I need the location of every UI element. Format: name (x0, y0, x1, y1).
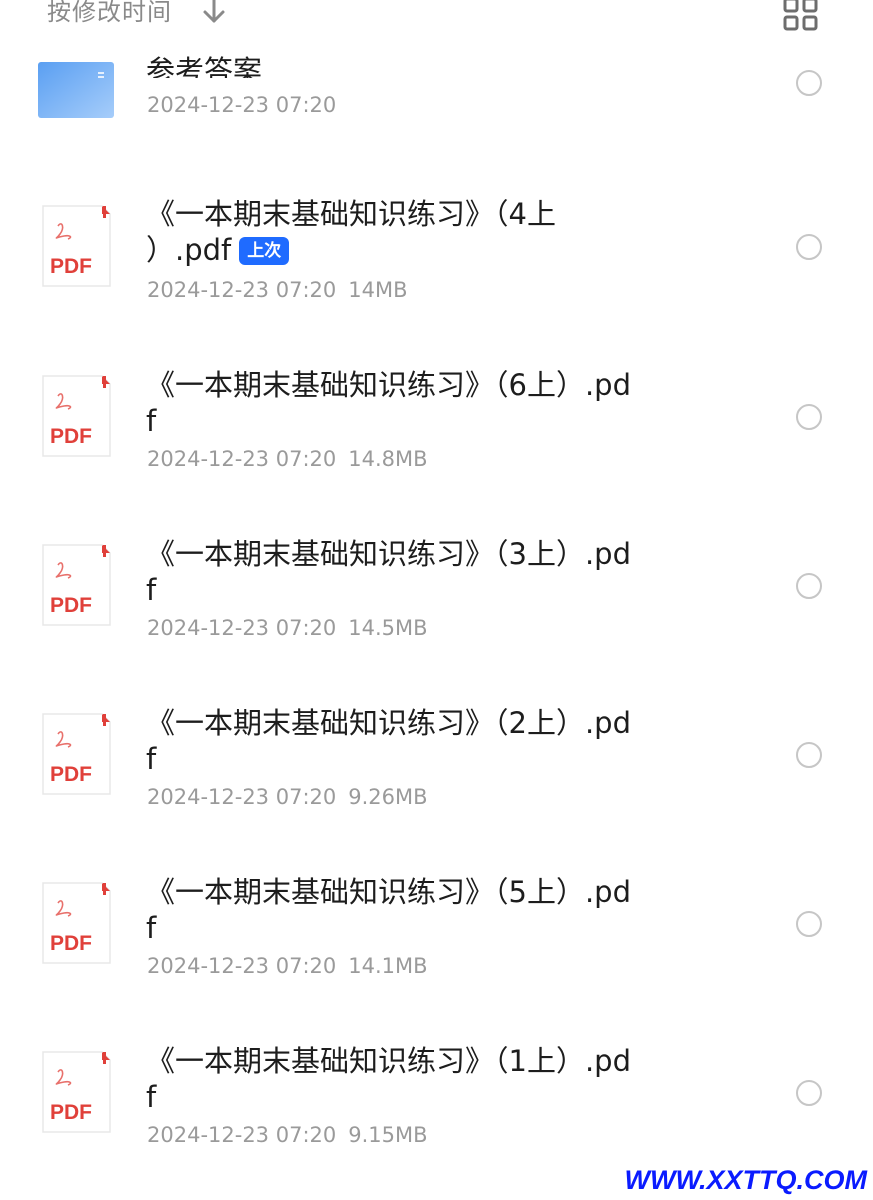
select-radio[interactable] (796, 234, 822, 260)
file-size: 9.26MB (348, 785, 428, 809)
arrow-down-icon[interactable] (199, 0, 229, 30)
file-meta: 2024-12-23 07:20 14.1MB (147, 952, 428, 980)
select-radio[interactable] (796, 404, 822, 430)
file-name: 《一本期末基础知识练习》（2上）.pd f (146, 705, 714, 777)
pdf-label: PDF (50, 425, 92, 448)
list-item[interactable]: PDF 《一本期末基础知识练习》（5上）.pd f 2024-12-23 07:… (0, 826, 873, 995)
file-date: 2024-12-23 07:20 (147, 447, 337, 471)
file-name-line2: f (146, 742, 157, 776)
watermark: WWW.XXTTQ.COM (624, 1165, 867, 1195)
file-name-line1: 《一本期末基础知识练习》（6上）.pd (146, 368, 631, 402)
file-name-line2: f (146, 911, 157, 945)
pdf-label: PDF (50, 763, 92, 786)
file-name-line2: ）.pdf (146, 233, 232, 267)
file-name-line1: 《一本期末基础知识练习》（3上）.pd (146, 537, 631, 571)
list-item[interactable]: PDF 《一本期末基础知识练习》（6上）.pd f 2024-12-23 07:… (0, 319, 873, 488)
pdf-label: PDF (50, 1101, 92, 1124)
file-name: 《一本期末基础知识练习》（3上）.pd f (146, 536, 714, 608)
pdf-label: PDF (50, 255, 92, 278)
file-meta: 2024-12-23 07:20 14.5MB (147, 614, 428, 642)
file-meta: 2024-12-23 07:20 9.15MB (147, 1121, 428, 1149)
file-name: 《一本期末基础知识练习》（4上 ）.pdf 上次 (146, 196, 714, 268)
file-name-line2: f (146, 1080, 157, 1114)
list-item[interactable]: PDF 《一本期末基础知识练习》（2上）.pd f 2024-12-23 07:… (0, 657, 873, 826)
pdf-file-icon: PDF (42, 375, 111, 457)
file-name-line1: 《一本期末基础知识练习》（2上）.pd (146, 706, 631, 740)
select-radio[interactable] (796, 573, 822, 599)
file-date: 2024-12-23 07:20 (147, 278, 337, 302)
file-name: 《一本期末基础知识练习》（6上）.pd f (146, 367, 714, 439)
select-radio[interactable] (796, 911, 822, 937)
file-name-line1: 《一本期末基础知识练习》（5上）.pd (146, 875, 631, 909)
pdf-file-icon: PDF (42, 1051, 111, 1133)
file-meta: 2024-12-23 07:20 9.26MB (147, 783, 428, 811)
file-meta: 2024-12-23 07:20 14.8MB (147, 445, 428, 473)
pdf-file-icon: PDF (42, 205, 111, 287)
pdf-label: PDF (50, 594, 92, 617)
last-opened-badge: 上次 (239, 237, 290, 265)
list-item[interactable]: PDF 《一本期末基础知识练习》（1上）.pd f 2024-12-23 07:… (0, 995, 873, 1164)
file-name-line2: f (146, 573, 157, 607)
file-name: 《一本期末基础知识练习》（1上）.pd f (146, 1043, 714, 1115)
file-size: 9.15MB (348, 1123, 428, 1147)
file-date: 2024-12-23 07:20 (147, 785, 337, 809)
file-size: 14.8MB (348, 447, 428, 471)
list-item[interactable]: PDF 《一本期末基础知识练习》（3上）.pd f 2024-12-23 07:… (0, 488, 873, 657)
file-meta: 2024-12-23 07:20 14MB (147, 276, 408, 304)
file-name: 《一本期末基础知识练习》（5上）.pd f (146, 874, 714, 946)
file-date: 2024-12-23 07:20 (147, 616, 337, 640)
pdf-label: PDF (50, 932, 92, 955)
list-item-folder[interactable]: 参考答案 2024-12-23 07:20 (0, 30, 873, 150)
file-name-line1: 《一本期末基础知识练习》（1上）.pd (146, 1044, 631, 1078)
file-date: 2024-12-23 07:20 (147, 1123, 337, 1147)
select-radio[interactable] (796, 70, 822, 96)
folder-icon (38, 62, 114, 118)
list-item[interactable]: PDF 《一本期末基础知识练习》（4上 ）.pdf 上次 2024-12-23 0… (0, 150, 873, 319)
file-name-line1: 《一本期末基础知识练习》（4上 (146, 197, 556, 231)
sort-by-modified-time[interactable]: 按修改时间 (47, 0, 172, 30)
file-date: 2024-12-23 07:20 (147, 954, 337, 978)
file-size: 14.1MB (348, 954, 428, 978)
file-name-line2: f (146, 404, 157, 438)
file-size: 14MB (348, 278, 408, 302)
select-radio[interactable] (796, 742, 822, 768)
file-size: 14.5MB (348, 616, 428, 640)
folder-date: 2024-12-23 07:20 (147, 93, 337, 117)
pdf-file-icon: PDF (42, 713, 111, 795)
pdf-file-icon: PDF (42, 544, 111, 626)
pdf-file-icon: PDF (42, 882, 111, 964)
folder-name: 参考答案 (146, 54, 263, 78)
grid-view-icon[interactable] (782, 0, 820, 32)
select-radio[interactable] (796, 1080, 822, 1106)
